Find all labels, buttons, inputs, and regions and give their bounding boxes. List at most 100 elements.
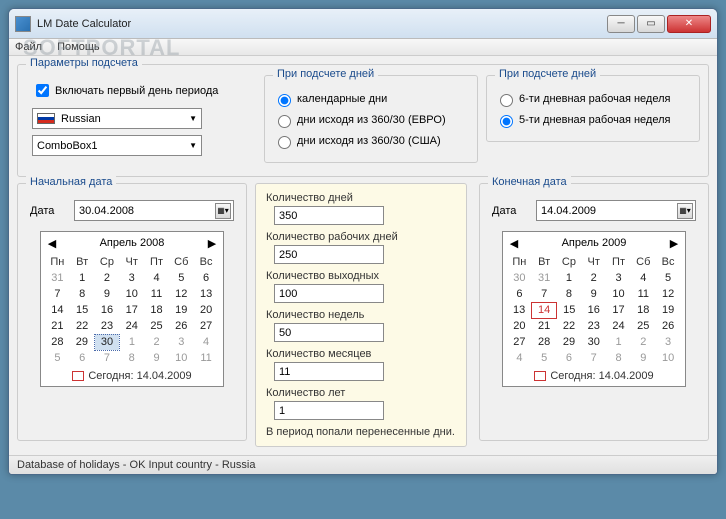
calendar-day[interactable]: 11 xyxy=(144,286,169,302)
calendar-day[interactable]: 2 xyxy=(95,270,120,286)
calendar-day[interactable]: 16 xyxy=(581,302,606,318)
calendar-day[interactable]: 26 xyxy=(656,318,681,334)
calendar-day[interactable]: 27 xyxy=(507,334,532,350)
calendar-day[interactable]: 7 xyxy=(532,286,557,302)
years-input[interactable] xyxy=(274,401,384,420)
calendar-day[interactable]: 16 xyxy=(95,302,120,318)
calendar-day[interactable]: 21 xyxy=(45,318,70,334)
calendar-day[interactable]: 2 xyxy=(631,334,656,350)
include-first-day-checkbox[interactable] xyxy=(36,84,49,97)
prev-month-button[interactable]: ◀ xyxy=(45,236,59,250)
calendar-day[interactable]: 15 xyxy=(557,302,582,318)
calendar-day[interactable]: 28 xyxy=(45,334,70,350)
calendar-day[interactable]: 2 xyxy=(581,270,606,286)
calendar-day[interactable]: 20 xyxy=(507,318,532,334)
calendar-day[interactable]: 1 xyxy=(557,270,582,286)
calendar-day[interactable]: 4 xyxy=(144,270,169,286)
calendar-day[interactable]: 17 xyxy=(119,302,144,318)
calendar-day[interactable]: 3 xyxy=(656,334,681,350)
calendar-day[interactable]: 24 xyxy=(606,318,631,334)
language-combobox[interactable]: Russian xyxy=(32,108,202,129)
calendar-day[interactable]: 6 xyxy=(507,286,532,302)
start-date-picker[interactable]: 30.04.2008 ▦▾ xyxy=(74,200,234,221)
calendar-day[interactable]: 9 xyxy=(581,286,606,302)
calendar-day[interactable]: 29 xyxy=(557,334,582,350)
weekends-input[interactable] xyxy=(274,284,384,303)
radio-six-day[interactable] xyxy=(500,94,513,107)
calendar-day[interactable]: 10 xyxy=(169,350,194,366)
calendar-day[interactable]: 6 xyxy=(557,350,582,366)
calendar-day[interactable]: 24 xyxy=(119,318,144,334)
calendar-day[interactable]: 1 xyxy=(70,270,95,286)
calendar-day[interactable]: 6 xyxy=(70,350,95,366)
calendar-day[interactable]: 13 xyxy=(507,302,532,318)
menu-file[interactable]: Файл xyxy=(15,41,42,53)
calendar-day[interactable]: 3 xyxy=(169,334,194,350)
calendar-day[interactable]: 7 xyxy=(95,350,120,366)
minimize-button[interactable]: ─ xyxy=(607,15,635,33)
calendar-day[interactable]: 18 xyxy=(144,302,169,318)
calendar-day[interactable]: 12 xyxy=(656,286,681,302)
calendar-day[interactable]: 23 xyxy=(95,318,120,334)
calendar-day[interactable]: 5 xyxy=(656,270,681,286)
calendar-day[interactable]: 26 xyxy=(169,318,194,334)
menu-help[interactable]: Помощь xyxy=(57,41,100,53)
radio-calendar-days[interactable] xyxy=(278,94,291,107)
calendar-day[interactable]: 4 xyxy=(631,270,656,286)
days-input[interactable] xyxy=(274,206,384,225)
end-today-link[interactable]: Сегодня: 14.04.2009 xyxy=(507,370,681,382)
calendar-day[interactable]: 9 xyxy=(144,350,169,366)
calendar-day[interactable]: 27 xyxy=(194,318,219,334)
calendar-day[interactable]: 7 xyxy=(581,350,606,366)
calendar-day[interactable]: 6 xyxy=(194,270,219,286)
next-month-button[interactable]: ▶ xyxy=(205,236,219,250)
start-calendar[interactable]: ◀ Апрель 2008 ▶ ПнВтСрЧтПтСбВс3112345678… xyxy=(40,231,224,387)
calendar-day[interactable]: 30 xyxy=(95,334,120,350)
calendar-day[interactable]: 2 xyxy=(144,334,169,350)
calendar-day[interactable]: 31 xyxy=(45,270,70,286)
calendar-day[interactable]: 19 xyxy=(169,302,194,318)
next-month-button[interactable]: ▶ xyxy=(667,236,681,250)
calendar-day[interactable]: 25 xyxy=(631,318,656,334)
months-input[interactable] xyxy=(274,362,384,381)
calendar-day[interactable]: 8 xyxy=(557,286,582,302)
calendar-day[interactable]: 30 xyxy=(507,270,532,286)
calendar-day[interactable]: 22 xyxy=(557,318,582,334)
calendar-day[interactable]: 19 xyxy=(656,302,681,318)
start-today-link[interactable]: Сегодня: 14.04.2009 xyxy=(45,370,219,382)
end-date-picker[interactable]: 14.04.2009 ▦▾ xyxy=(536,200,696,221)
calendar-day[interactable]: 15 xyxy=(70,302,95,318)
calendar-day[interactable]: 5 xyxy=(45,350,70,366)
close-button[interactable]: ✕ xyxy=(667,15,711,33)
calendar-day[interactable]: 29 xyxy=(70,334,95,350)
workdays-input[interactable] xyxy=(274,245,384,264)
calendar-day[interactable]: 22 xyxy=(70,318,95,334)
calendar-day[interactable]: 28 xyxy=(532,334,557,350)
calendar-day[interactable]: 10 xyxy=(656,350,681,366)
calendar-day[interactable]: 14 xyxy=(45,302,70,318)
calendar-day[interactable]: 1 xyxy=(606,334,631,350)
titlebar[interactable]: LM Date Calculator ─ ▭ ✕ xyxy=(9,9,717,39)
calendar-day[interactable]: 21 xyxy=(532,318,557,334)
calendar-day[interactable]: 14 xyxy=(532,302,557,318)
end-calendar[interactable]: ◀ Апрель 2009 ▶ ПнВтСрЧтПтСбВс3031123456… xyxy=(502,231,686,387)
calendar-day[interactable]: 18 xyxy=(631,302,656,318)
calendar-day[interactable]: 10 xyxy=(606,286,631,302)
combobox1[interactable]: ComboBox1 xyxy=(32,135,202,156)
weeks-input[interactable] xyxy=(274,323,384,342)
calendar-day[interactable]: 11 xyxy=(631,286,656,302)
calendar-day[interactable]: 5 xyxy=(169,270,194,286)
calendar-day[interactable]: 17 xyxy=(606,302,631,318)
prev-month-button[interactable]: ◀ xyxy=(507,236,521,250)
radio-euro[interactable] xyxy=(278,115,291,128)
calendar-day[interactable]: 23 xyxy=(581,318,606,334)
calendar-day[interactable]: 10 xyxy=(119,286,144,302)
calendar-day[interactable]: 8 xyxy=(70,286,95,302)
calendar-day[interactable]: 7 xyxy=(45,286,70,302)
radio-five-day[interactable] xyxy=(500,115,513,128)
calendar-day[interactable]: 8 xyxy=(606,350,631,366)
calendar-day[interactable]: 3 xyxy=(119,270,144,286)
calendar-dropdown-icon[interactable]: ▦▾ xyxy=(215,203,231,219)
calendar-day[interactable]: 31 xyxy=(532,270,557,286)
radio-usa[interactable] xyxy=(278,136,291,149)
